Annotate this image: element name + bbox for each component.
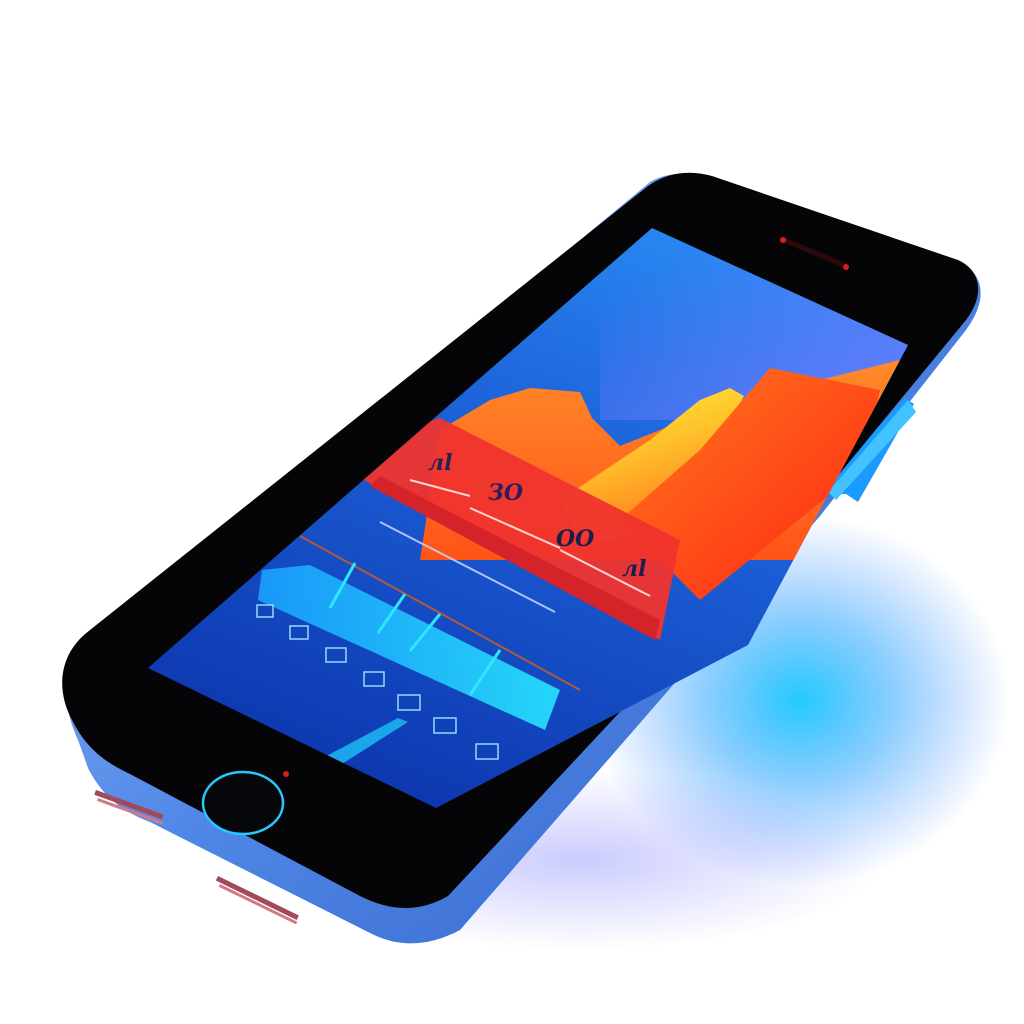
home-button-icon[interactable] [201,770,285,836]
screen-label-2: ЗО [488,480,523,506]
screen-label-4: лl [622,556,646,582]
screen-label-1: лl [428,450,452,476]
screen-label-3: ОО [556,526,594,552]
phone-scene: лl ЗО ОО лl [62,172,1010,950]
speaker-dot-left [780,237,786,243]
speaker-dot-right [843,264,849,270]
